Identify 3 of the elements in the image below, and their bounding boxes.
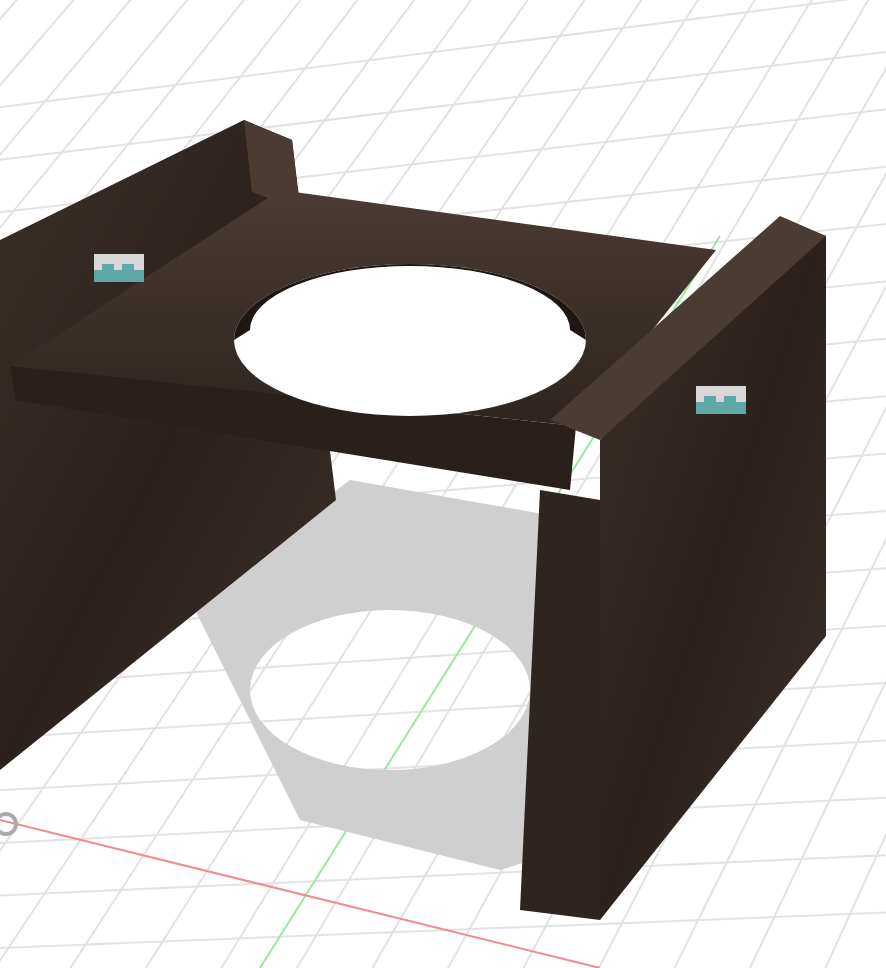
marker-icon	[696, 386, 746, 414]
marker-icon	[94, 254, 144, 282]
origin-marker	[0, 812, 18, 836]
